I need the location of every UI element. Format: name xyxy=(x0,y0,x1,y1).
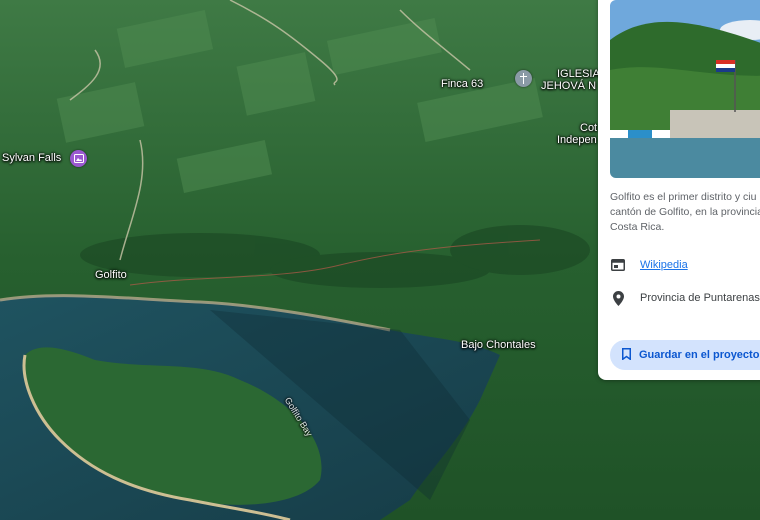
place-label-sylvan-falls[interactable]: Sylvan Falls xyxy=(2,152,61,165)
save-to-project-button[interactable]: Guardar en el proyecto xyxy=(610,340,760,370)
place-description: Golfito es el primer distrito y ciu cant… xyxy=(610,191,760,233)
place-label-coto-2[interactable]: Indepen xyxy=(557,134,597,147)
address-text: Provincia de Puntarenas, C xyxy=(640,292,760,304)
photo-pin-icon[interactable] xyxy=(70,150,87,167)
place-photo[interactable] xyxy=(610,0,760,178)
place-label-golfito[interactable]: Golfito xyxy=(95,269,127,282)
place-label-bajo-chontales[interactable]: Bajo Chontales xyxy=(461,339,536,352)
web-page-icon xyxy=(610,257,626,273)
wikipedia-row[interactable]: Wikipedia xyxy=(610,257,688,273)
wikipedia-link[interactable]: Wikipedia xyxy=(640,259,688,271)
save-to-project-label: Guardar en el proyecto xyxy=(639,349,760,361)
place-info-panel: Golfito es el primer distrito y ciu cant… xyxy=(598,0,760,380)
place-label-finca[interactable]: Finca 63 xyxy=(441,78,483,91)
bookmark-icon xyxy=(622,347,631,363)
address-row[interactable]: Provincia de Puntarenas, C xyxy=(610,290,760,306)
church-icon[interactable] xyxy=(515,70,532,87)
place-label-iglesia-2[interactable]: JEHOVÁ N xyxy=(541,80,596,93)
location-pin-icon xyxy=(610,290,626,306)
